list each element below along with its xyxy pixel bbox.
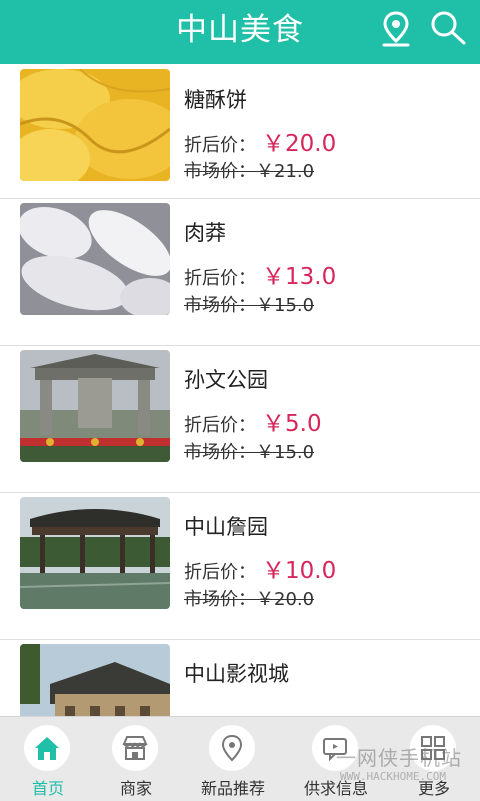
discount-price-row: 折后价： ￥10.0 (184, 551, 336, 585)
item-name: 孙文公园 (184, 368, 268, 392)
message-icon (323, 738, 347, 762)
item-photo (20, 497, 170, 609)
pin-icon-circle (209, 725, 255, 771)
market-price: ￥15.0 (256, 295, 315, 316)
discount-label: 折后价： (184, 268, 256, 289)
list-item[interactable]: 中山影视城 (0, 640, 480, 716)
market-label: 市场价： (184, 295, 256, 316)
discount-price: ￥13.0 (262, 264, 337, 290)
discount-label: 折后价： (184, 135, 256, 156)
market-price-row: 市场价：￥15.0 (184, 438, 314, 464)
tab-more[interactable]: 更多 (386, 717, 480, 801)
shop-icon (122, 736, 148, 760)
tab-new-products[interactable]: 新品推荐 (185, 717, 281, 801)
food-list[interactable]: 糖酥饼 折后价： ￥20.0 市场价：￥21.0 肉莽 折后价： ￥13.0 市场价… (0, 64, 480, 716)
discount-label: 折后价： (184, 415, 256, 436)
discount-price: ￥20.0 (262, 131, 337, 157)
map-pin-icon (382, 11, 410, 47)
info-icon-circle (312, 725, 358, 771)
item-name: 糖酥饼 (184, 88, 247, 112)
home-icon-circle (24, 725, 70, 771)
item-name: 中山詹园 (184, 515, 268, 539)
market-price: ￥20.0 (256, 589, 315, 610)
discount-label: 折后价： (184, 562, 256, 583)
list-item[interactable]: 肉莽 折后价： ￥13.0 市场价：￥15.0 (0, 199, 480, 346)
item-photo (20, 203, 170, 315)
tab-home[interactable]: 首页 (0, 717, 96, 801)
discount-price-row: 折后价： ￥5.0 (184, 404, 322, 438)
item-photo (20, 350, 170, 462)
item-name: 肉莽 (184, 221, 226, 245)
item-photo (20, 644, 170, 716)
bottom-tab-bar: 首页 商家 新品推荐 供求信息 更多 (0, 716, 480, 801)
item-photo (20, 69, 170, 181)
grid-icon (421, 736, 445, 760)
market-label: 市场价： (184, 442, 256, 463)
tab-label: 新品推荐 (200, 779, 265, 798)
home-icon (35, 737, 59, 760)
market-price: ￥21.0 (256, 161, 315, 182)
market-label: 市场价： (184, 589, 256, 610)
location-pin-icon (221, 734, 243, 762)
grid-icon-circle (410, 725, 456, 771)
item-name: 中山影视城 (184, 662, 289, 686)
market-price: ￥15.0 (256, 442, 315, 463)
discount-price-row: 折后价： ￥20.0 (184, 124, 336, 158)
shop-icon-circle (112, 725, 158, 771)
app-header: 中山美食 (0, 0, 480, 64)
search-icon (431, 11, 466, 45)
location-button[interactable] (378, 10, 414, 48)
discount-price-row: 折后价： ￥13.0 (184, 257, 336, 291)
tab-label: 供求信息 (303, 779, 368, 798)
market-label: 市场价： (184, 161, 256, 182)
tab-label: 商家 (119, 779, 152, 798)
tab-label: 首页 (31, 779, 64, 798)
discount-price: ￥5.0 (262, 411, 322, 437)
tab-label: 更多 (417, 779, 450, 798)
market-price-row: 市场价：￥20.0 (184, 585, 314, 611)
discount-price: ￥10.0 (262, 558, 337, 584)
list-item[interactable]: 中山詹园 折后价： ￥10.0 市场价：￥20.0 (0, 493, 480, 640)
tab-merchants[interactable]: 商家 (88, 717, 184, 801)
market-price-row: 市场价：￥21.0 (184, 157, 314, 183)
list-item[interactable]: 孙文公园 折后价： ￥5.0 市场价：￥15.0 (0, 346, 480, 493)
list-item[interactable]: 糖酥饼 折后价： ￥20.0 市场价：￥21.0 (0, 64, 480, 199)
search-button[interactable] (428, 10, 468, 48)
market-price-row: 市场价：￥15.0 (184, 291, 314, 317)
tab-supply-demand[interactable]: 供求信息 (288, 717, 384, 801)
